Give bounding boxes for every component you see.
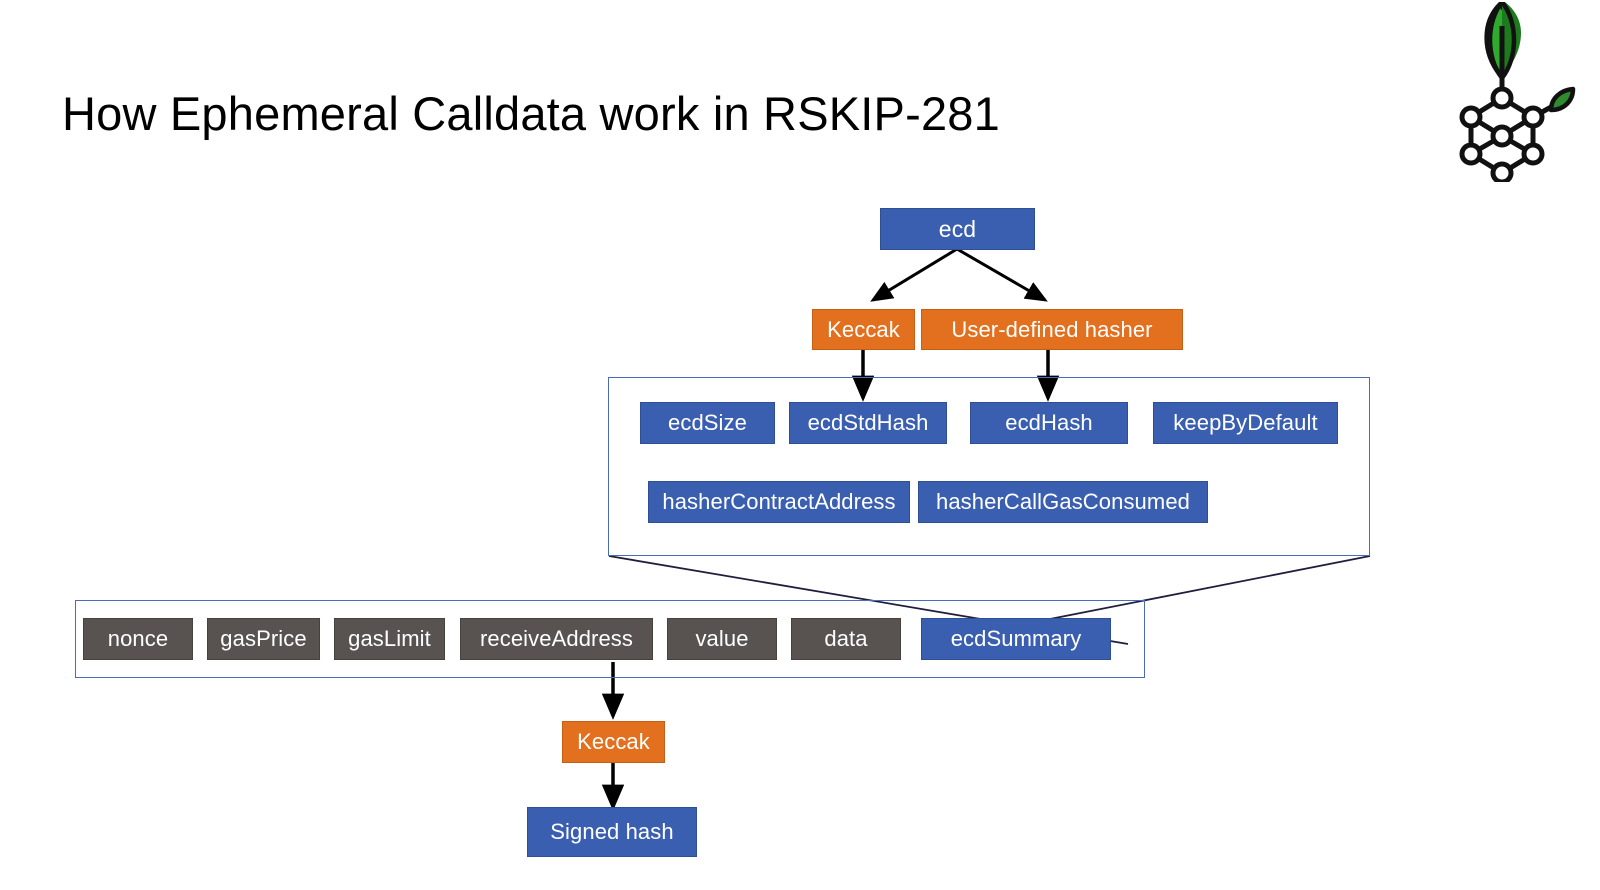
rootstock-leaf-node-logo bbox=[1455, 0, 1580, 185]
lattice-nodes bbox=[1459, 86, 1545, 185]
field-hashercallgasconsumed[interactable]: hasherCallGasConsumed bbox=[918, 481, 1208, 523]
arrow-ecd-to-keccak bbox=[870, 247, 958, 302]
slide-canvas: How Ephemeral Calldata work in RSKIP-281 bbox=[0, 0, 1600, 890]
node-keccak-signing[interactable]: Keccak bbox=[562, 721, 665, 763]
node-ecd[interactable]: ecd bbox=[880, 208, 1035, 250]
field-hashercontractaddress[interactable]: hasherContractAddress bbox=[648, 481, 910, 523]
leaf-icon bbox=[1484, 0, 1521, 82]
field-ecdstdhash[interactable]: ecdStdHash bbox=[789, 402, 947, 444]
tx-field-receiveaddress[interactable]: receiveAddress bbox=[460, 618, 653, 660]
field-keepbydefault[interactable]: keepByDefault bbox=[1153, 402, 1338, 444]
tx-field-nonce[interactable]: nonce bbox=[83, 618, 193, 660]
small-leaf-icon bbox=[1548, 86, 1576, 113]
field-ecdsize[interactable]: ecdSize bbox=[640, 402, 775, 444]
page-title: How Ephemeral Calldata work in RSKIP-281 bbox=[62, 87, 1000, 140]
node-keccak-hasher[interactable]: Keccak bbox=[812, 309, 915, 350]
tx-field-value[interactable]: value bbox=[667, 618, 777, 660]
node-signed-hash[interactable]: Signed hash bbox=[527, 807, 697, 857]
tx-field-gasprice[interactable]: gasPrice bbox=[207, 618, 320, 660]
field-ecdhash[interactable]: ecdHash bbox=[970, 402, 1128, 444]
node-user-defined-hasher[interactable]: User-defined hasher bbox=[921, 309, 1183, 350]
tx-field-gaslimit[interactable]: gasLimit bbox=[334, 618, 445, 660]
arrow-ecd-to-user-defined-hasher bbox=[956, 247, 1048, 302]
tx-field-ecdsummary[interactable]: ecdSummary bbox=[921, 618, 1111, 660]
tx-field-data[interactable]: data bbox=[791, 618, 901, 660]
